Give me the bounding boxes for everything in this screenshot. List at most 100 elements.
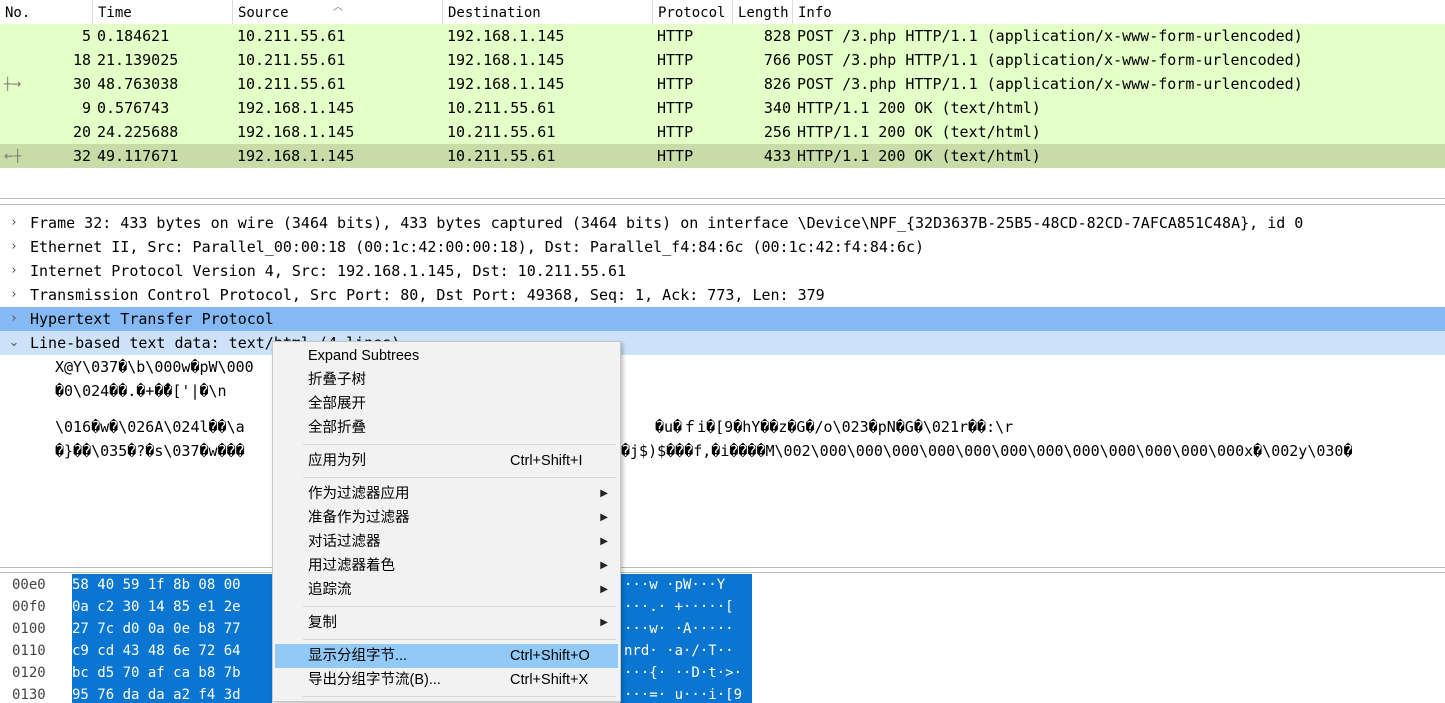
packet-details-pane[interactable]: › Frame 32: 433 bytes on wire (3464 bits)… xyxy=(0,204,1445,568)
byte-ascii[interactable]: ···w ·pW···Y xyxy=(620,574,752,596)
column-header-info[interactable]: Info xyxy=(793,0,1445,24)
detail-data-line[interactable]: �0\024��.�+�̄�['|�\n xyxy=(0,379,1445,403)
menu-item[interactable]: 导出分组字节流(B)... Ctrl+Shift+X xyxy=(275,668,618,692)
column-header-length[interactable]: Length xyxy=(733,0,793,24)
byte-hex[interactable]: bc d5 70 af ca b8 7b xyxy=(72,662,272,684)
detail-text: Frame 32: 433 bytes on wire (3464 bits),… xyxy=(30,214,1304,232)
menu-item[interactable]: 用过滤器着色 ▶ xyxy=(275,554,618,578)
packet-no: 20 xyxy=(72,123,91,141)
column-header-no[interactable]: No. xyxy=(0,0,93,24)
detail-tree-item[interactable]: › Frame 32: 433 bytes on wire (3464 bits)… xyxy=(0,211,1445,235)
menu-item-shortcut: Ctrl+Shift+X xyxy=(510,672,589,688)
packet-row[interactable]: 32 49.117671 192.168.1.145 10.211.55.61 HTTP… xyxy=(0,144,1445,168)
menu-separator xyxy=(303,444,616,445)
packet-source: 192.168.1.145 xyxy=(237,123,355,141)
detail-text: Hypertext Transfer Protocol xyxy=(30,310,274,328)
packet-bytes-pane[interactable]: 00e0 58 40 59 1f 8b 08 00 ···w ·pW···Y 00f0… xyxy=(0,572,1445,703)
byte-row: 0110 c9 cd 43 48 6e 72 64 nrd· ·a·/·T·· xyxy=(0,640,1445,662)
packet-row[interactable]: 20 24.225688 192.168.1.145 10.211.55.61 HTTP… xyxy=(0,120,1445,144)
column-header-destination[interactable]: Destination xyxy=(443,0,653,24)
byte-offset: 0110 xyxy=(12,643,46,659)
submenu-arrow-icon: ▶ xyxy=(600,488,608,499)
related-response-marker-icon: ←┼ xyxy=(4,149,22,163)
detail-data-line[interactable]: \016�w�\026A\024l��\a �u�ｆi�[9�hY��z�G�/o… xyxy=(0,415,1445,439)
byte-ascii[interactable]: ···{· ··D·t·>· xyxy=(620,662,752,684)
column-header-time[interactable]: Time xyxy=(93,0,233,24)
byte-hex[interactable]: 58 40 59 1f 8b 08 00 xyxy=(72,574,272,596)
byte-hex[interactable]: 0a c2 30 14 85 e1 2e xyxy=(72,596,272,618)
menu-separator xyxy=(303,639,616,640)
menu-item[interactable]: 追踪流 ▶ xyxy=(275,578,618,602)
packet-time: 24.225688 xyxy=(97,123,179,141)
menu-item[interactable]: 复制 ▶ xyxy=(275,611,618,635)
byte-hex[interactable]: 27 7c d0 0a 0e b8 77 xyxy=(72,618,272,640)
packet-list-pane[interactable]: No. Time Source Destination Protocol Len… xyxy=(0,0,1445,199)
menu-item[interactable]: 对话过滤器 ▶ xyxy=(275,530,618,554)
submenu-arrow-icon: ▶ xyxy=(600,536,608,547)
menu-item-label: 准备作为过滤器 xyxy=(308,510,410,526)
byte-row: 0120 bc d5 70 af ca b8 7b ···{· ··D·t·>· xyxy=(0,662,1445,684)
packet-row[interactable]: 18 21.139025 10.211.55.61 192.168.1.145 HTTP… xyxy=(0,48,1445,72)
detail-tree-item[interactable]: › Hypertext Transfer Protocol xyxy=(0,307,1445,331)
packet-info: HTTP/1.1 200 OK (text/html) xyxy=(797,123,1041,141)
byte-hex[interactable]: c9 cd 43 48 6e 72 64 xyxy=(72,640,272,662)
detail-tree-item[interactable]: ⌄ Line-based text data: text/html (4 line… xyxy=(0,331,1445,355)
packet-destination: 192.168.1.145 xyxy=(447,27,565,45)
packet-row[interactable]: 9 0.576743 192.168.1.145 10.211.55.61 HTTP 34… xyxy=(0,96,1445,120)
menu-separator xyxy=(303,696,616,697)
packet-protocol: HTTP xyxy=(657,147,694,165)
collapsed-arrow-icon[interactable]: › xyxy=(6,259,22,283)
packet-no: 5 xyxy=(81,27,91,45)
collapsed-arrow-icon[interactable]: › xyxy=(6,283,22,307)
byte-ascii[interactable]: ···=· u···i·[9 xyxy=(620,684,752,703)
menu-item[interactable]: 显示分组字节... Ctrl+Shift+O xyxy=(275,644,618,668)
byte-ascii[interactable]: ···.· +·····[ xyxy=(620,596,752,618)
submenu-arrow-icon: ▶ xyxy=(600,560,608,571)
menu-item-label: 用过滤器着色 xyxy=(308,558,395,574)
byte-hex[interactable]: 95 76 da da a2 f4 3d xyxy=(72,684,272,703)
packet-row[interactable]: 30 48.763038 10.211.55.61 192.168.1.145 HTTP… xyxy=(0,72,1445,96)
collapsed-arrow-icon[interactable]: › xyxy=(6,235,22,259)
detail-tree-item[interactable]: › Transmission Control Protocol, Src Port… xyxy=(0,283,1445,307)
byte-ascii[interactable]: nrd· ·a·/·T·· xyxy=(620,640,752,662)
menu-item-label: Expand Subtrees xyxy=(308,348,420,364)
submenu-arrow-icon: ▶ xyxy=(600,512,608,523)
collapsed-arrow-icon[interactable]: › xyxy=(6,211,22,235)
byte-offset: 00e0 xyxy=(12,577,46,593)
packet-source: 192.168.1.145 xyxy=(237,99,355,117)
menu-item[interactable]: 准备作为过滤器 ▶ xyxy=(275,506,618,530)
detail-text: Ethernet II, Src: Parallel_00:00:18 (00:… xyxy=(30,238,925,256)
packet-length: 340 xyxy=(763,99,791,117)
detail-data-line[interactable]: �}��\035�?�s\037�w��� �j$)$���f,�i����M\0… xyxy=(0,439,1445,463)
detail-tree-item[interactable]: › Ethernet II, Src: Parallel_00:00:18 (00… xyxy=(0,235,1445,259)
menu-item[interactable]: 应用为列 Ctrl+Shift+I xyxy=(275,449,618,473)
byte-ascii[interactable]: ···w· ·A····· xyxy=(620,618,752,640)
packet-source: 192.168.1.145 xyxy=(237,147,355,165)
packet-source: 10.211.55.61 xyxy=(237,51,346,69)
packet-no: 18 xyxy=(72,51,91,69)
packet-destination: 10.211.55.61 xyxy=(447,99,556,117)
packet-row[interactable]: 5 0.184621 10.211.55.61 192.168.1.145 HTTP 82… xyxy=(0,24,1445,48)
packet-length: 828 xyxy=(763,27,791,45)
packet-time: 49.117671 xyxy=(97,147,179,165)
packet-time: 48.763038 xyxy=(97,75,179,93)
menu-item-label: 复制 xyxy=(308,615,337,631)
menu-item[interactable]: Expand Subtrees xyxy=(275,344,618,368)
byte-offset: 00f0 xyxy=(12,599,46,615)
context-menu[interactable]: Expand Subtrees 折叠子树 全部展开 全部折叠应用为列 Ctrl+Shif… xyxy=(272,341,621,702)
menu-item[interactable]: 全部折叠 xyxy=(275,416,618,440)
detail-text: �}��\035�?�s\037�w��� xyxy=(55,442,245,460)
detail-text: Internet Protocol Version 4, Src: 192.16… xyxy=(30,262,627,280)
menu-item[interactable]: 作为过滤器应用 ▶ xyxy=(275,482,618,506)
packet-protocol: HTTP xyxy=(657,123,694,141)
detail-data-line[interactable]: X@Y\037�\b\000w�pW\000 xyxy=(0,355,1445,379)
packet-time: 0.184621 xyxy=(97,27,170,45)
column-header-protocol[interactable]: Protocol xyxy=(653,0,733,24)
expanded-arrow-icon[interactable]: ⌄ xyxy=(6,331,22,355)
related-request-marker-icon: ┼→ xyxy=(4,77,22,91)
detail-tree-item[interactable]: › Internet Protocol Version 4, Src: 192.1… xyxy=(0,259,1445,283)
submenu-arrow-icon: ▶ xyxy=(600,584,608,595)
collapsed-arrow-icon[interactable]: › xyxy=(6,307,22,331)
menu-item[interactable]: 折叠子树 xyxy=(275,368,618,392)
menu-item[interactable]: 全部展开 xyxy=(275,392,618,416)
